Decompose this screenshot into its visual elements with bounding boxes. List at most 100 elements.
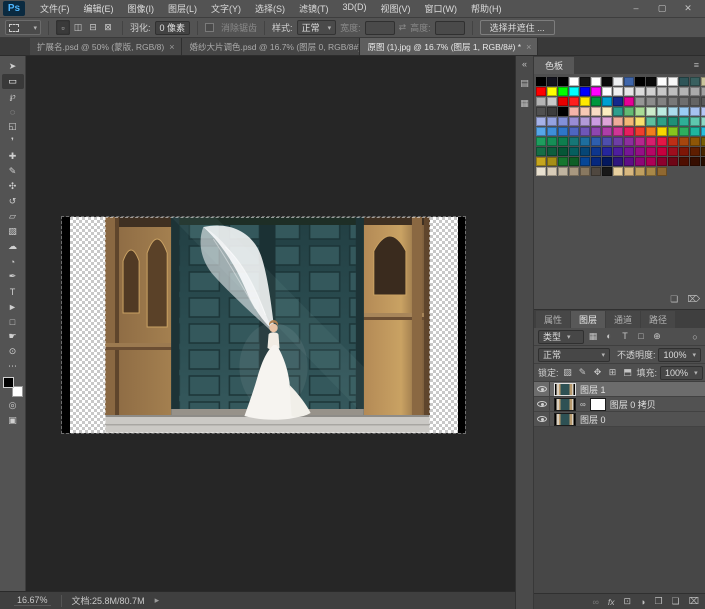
color-swatch[interactable]: [569, 127, 579, 136]
color-swatch[interactable]: [602, 137, 612, 146]
color-swatch[interactable]: [690, 147, 700, 156]
select-and-mask-button[interactable]: 选择并遮住 ...: [480, 20, 555, 35]
filter-toggle-icon[interactable]: ○: [689, 332, 701, 342]
color-swatch[interactable]: [668, 147, 678, 156]
color-swatch[interactable]: [591, 97, 601, 106]
layer-row[interactable]: ∞ 图层 0: [534, 412, 705, 427]
color-swatch[interactable]: [569, 97, 579, 106]
layer-style-icon[interactable]: fx: [608, 597, 615, 607]
color-swatch[interactable]: [613, 107, 623, 116]
color-swatch[interactable]: [602, 87, 612, 96]
color-swatch[interactable]: [613, 87, 623, 96]
filter-kind-select[interactable]: 类型 ▾: [538, 330, 584, 344]
menu-item-2[interactable]: 图像(I): [121, 2, 162, 15]
color-swatch[interactable]: [635, 97, 645, 106]
eraser-tool[interactable]: ▱: [2, 209, 24, 224]
crop-tool[interactable]: ◱: [2, 119, 24, 134]
layer-row[interactable]: ∞ 图层 1: [534, 382, 705, 397]
color-swatch[interactable]: [558, 127, 568, 136]
filter-smartobject-icon[interactable]: ⊕: [651, 331, 663, 342]
color-swatch[interactable]: [624, 137, 634, 146]
color-swatch[interactable]: [624, 87, 634, 96]
style-select[interactable]: 正常 ▾: [297, 20, 337, 35]
lock-transparent-icon[interactable]: ▨: [562, 367, 574, 378]
color-swatch[interactable]: [536, 77, 546, 86]
color-swatch[interactable]: [602, 77, 612, 86]
color-swatch[interactable]: [602, 167, 612, 176]
brush-tool[interactable]: ✎: [2, 164, 24, 179]
menu-item-10[interactable]: 帮助(H): [464, 2, 509, 15]
color-swatch[interactable]: [547, 157, 557, 166]
menu-item-9[interactable]: 窗口(W): [418, 2, 465, 15]
color-swatch[interactable]: [613, 137, 623, 146]
color-swatch[interactable]: [580, 107, 590, 116]
color-swatch[interactable]: [536, 97, 546, 106]
color-swatch[interactable]: [624, 77, 634, 86]
tab-图层[interactable]: 图层: [571, 311, 605, 328]
color-swatch[interactable]: [547, 167, 557, 176]
color-swatch[interactable]: [635, 137, 645, 146]
color-swatch[interactable]: [646, 147, 656, 156]
feather-input[interactable]: 0 像素: [155, 21, 191, 35]
panel-menu-icon[interactable]: ≡: [688, 60, 705, 70]
color-swatch[interactable]: [547, 117, 557, 126]
edit-toolbar-icon[interactable]: ⋯: [2, 359, 24, 374]
status-options-arrow-icon[interactable]: ▸: [155, 595, 160, 606]
tab-通道[interactable]: 通道: [606, 311, 640, 328]
tab-属性[interactable]: 属性: [536, 311, 570, 328]
color-swatch[interactable]: [635, 127, 645, 136]
opacity-input[interactable]: 100% ▾: [658, 348, 701, 362]
new-layer-icon[interactable]: ❏: [672, 596, 680, 607]
color-swatch[interactable]: [591, 137, 601, 146]
close-icon[interactable]: ×: [169, 42, 174, 52]
color-swatch[interactable]: [646, 117, 656, 126]
color-swatch[interactable]: [569, 137, 579, 146]
color-swatch[interactable]: [635, 167, 645, 176]
new-swatch-icon[interactable]: ❏: [670, 294, 678, 305]
new-group-icon[interactable]: ❒: [654, 596, 662, 607]
color-swatch[interactable]: [668, 77, 678, 86]
color-swatch[interactable]: [580, 127, 590, 136]
color-swatch[interactable]: [657, 127, 667, 136]
delete-swatch-icon[interactable]: ⌦: [687, 294, 700, 305]
color-swatch[interactable]: [580, 77, 590, 86]
zoom-tool[interactable]: ⊙: [2, 344, 24, 359]
color-swatch[interactable]: [580, 97, 590, 106]
color-swatch[interactable]: [657, 97, 667, 106]
adjustment-layer-icon[interactable]: ◑: [640, 597, 645, 607]
lock-artboard-icon[interactable]: ⊞: [607, 367, 619, 378]
menu-item-0[interactable]: 文件(F): [33, 2, 77, 15]
tool-preset-dropdown[interactable]: ▾: [5, 20, 41, 35]
color-swatch[interactable]: [679, 77, 689, 86]
pen-tool[interactable]: ✒: [2, 269, 24, 284]
minimize-button[interactable]: –: [631, 3, 641, 14]
lock-move-icon[interactable]: ✥: [592, 367, 604, 378]
zoom-level-input[interactable]: 16.67%: [14, 595, 51, 606]
foreground-color-chip[interactable]: [3, 377, 14, 388]
color-swatch[interactable]: [646, 157, 656, 166]
color-swatch[interactable]: [668, 107, 678, 116]
new-selection-icon[interactable]: ▫: [56, 20, 70, 35]
color-swatch[interactable]: [690, 87, 700, 96]
color-swatch[interactable]: [646, 97, 656, 106]
color-swatch[interactable]: [580, 137, 590, 146]
color-swatch[interactable]: [646, 77, 656, 86]
color-swatch[interactable]: [536, 107, 546, 116]
color-swatch[interactable]: [569, 157, 579, 166]
color-swatch[interactable]: [635, 147, 645, 156]
quick-select-tool[interactable]: ◌: [2, 104, 24, 119]
lock-paint-icon[interactable]: ✎: [577, 367, 589, 378]
layer-thumbnail[interactable]: [554, 398, 576, 411]
color-swatch[interactable]: [701, 87, 705, 96]
color-swatch[interactable]: [536, 167, 546, 176]
color-swatch[interactable]: [657, 87, 667, 96]
color-swatch[interactable]: [690, 117, 700, 126]
color-swatch[interactable]: [679, 107, 689, 116]
color-swatch[interactable]: [591, 87, 601, 96]
color-swatch[interactable]: [701, 77, 705, 86]
color-swatch[interactable]: [624, 127, 634, 136]
swap-dimensions-icon[interactable]: ⇄: [399, 22, 407, 33]
color-swatch[interactable]: [690, 77, 700, 86]
color-swatch[interactable]: [569, 77, 579, 86]
color-swatch[interactable]: [613, 97, 623, 106]
